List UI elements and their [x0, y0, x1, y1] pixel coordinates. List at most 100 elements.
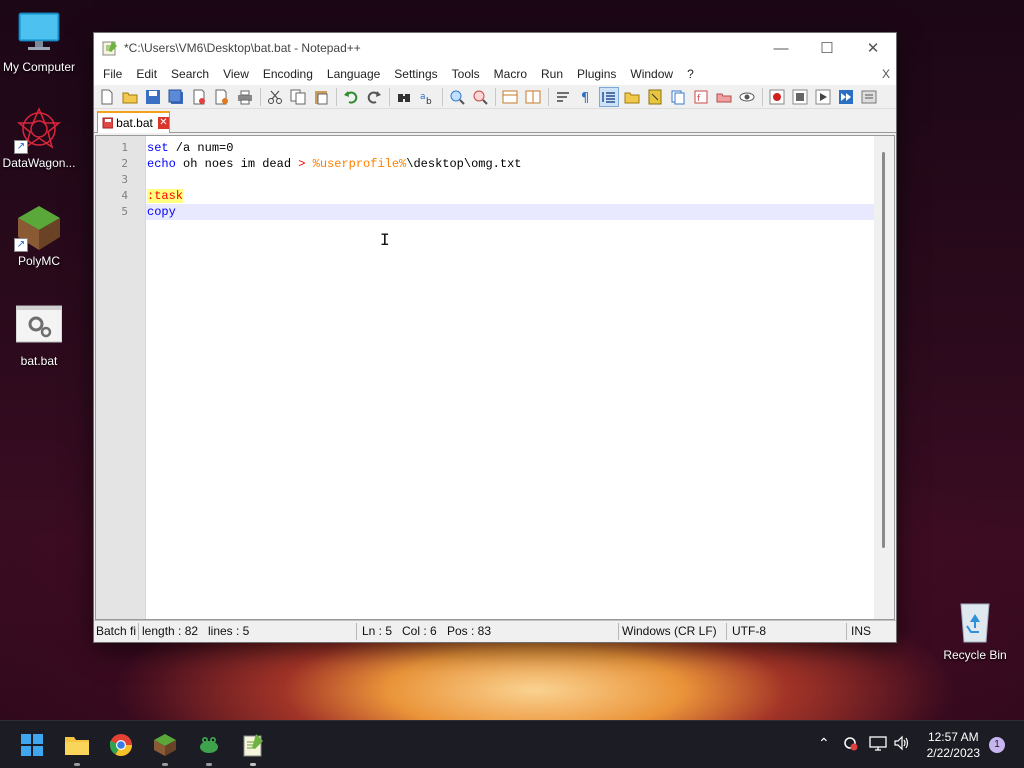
print-icon[interactable] [235, 87, 255, 107]
save-macro-icon[interactable] [859, 87, 879, 107]
title-bar[interactable]: *C:\Users\VM6\Desktop\bat.bat - Notepad+… [94, 33, 896, 63]
menu-bar: File Edit Search View Encoding Language … [94, 63, 896, 85]
play-macro-icon[interactable] [813, 87, 833, 107]
show-all-characters-icon[interactable]: ¶ [576, 87, 596, 107]
chevron-up-icon[interactable]: ⌃ [818, 735, 830, 752]
network-icon[interactable] [869, 735, 887, 754]
status-line-number: Ln : 5 [362, 624, 393, 638]
system-clock[interactable]: 12:57 AM 2/22/2023 [927, 729, 980, 761]
menu-plugins[interactable]: Plugins [570, 67, 623, 81]
maximize-button[interactable]: ☐ [804, 33, 850, 63]
undo-icon[interactable] [341, 87, 361, 107]
code-token: echo [147, 157, 176, 171]
status-insert-mode[interactable]: INS [851, 624, 871, 638]
word-wrap-icon[interactable] [553, 87, 573, 107]
zoom-in-icon[interactable] [447, 87, 467, 107]
save-all-icon[interactable] [166, 87, 186, 107]
volume-icon[interactable] [893, 735, 911, 754]
shortcut-arrow-icon: ↗ [14, 140, 28, 154]
stop-macro-icon[interactable] [790, 87, 810, 107]
folder-tree-icon[interactable] [714, 87, 734, 107]
menu-language[interactable]: Language [320, 67, 387, 81]
function-list-icon[interactable]: f [691, 87, 711, 107]
code-area[interactable]: set /a num=0 echo oh noes im dead > %user… [146, 136, 874, 619]
desktop-icon-bat-file[interactable]: bat.bat [0, 304, 78, 368]
notification-badge[interactable]: 1 [989, 737, 1005, 753]
monitoring-eye-icon[interactable] [737, 87, 757, 107]
start-button[interactable] [16, 729, 48, 761]
run-macro-multiple-icon[interactable] [836, 87, 856, 107]
menu-encoding[interactable]: Encoding [256, 67, 320, 81]
redo-icon[interactable] [364, 87, 384, 107]
scrollbar-thumb[interactable] [882, 152, 885, 548]
code-line[interactable] [146, 172, 874, 188]
doc-map-icon[interactable] [645, 87, 665, 107]
status-eol[interactable]: Windows (CR LF) [622, 624, 717, 638]
paste-icon[interactable] [311, 87, 331, 107]
code-editor[interactable]: 1 2 3 4 5 set /a num=0 echo oh noes im dead >… [95, 135, 895, 620]
taskbar-notepadpp[interactable] [237, 729, 269, 766]
svg-text:a: a [420, 92, 426, 102]
close-button[interactable]: ✕ [850, 33, 896, 63]
taskbar-file-explorer[interactable] [61, 729, 93, 766]
close-document-x[interactable]: X [882, 67, 890, 81]
code-line[interactable]: :task [146, 188, 874, 204]
cut-icon[interactable] [265, 87, 285, 107]
sync-horizontal-icon[interactable] [523, 87, 543, 107]
toolbar-separator [389, 87, 390, 106]
status-separator [846, 623, 847, 640]
indent-guide-icon[interactable] [599, 86, 619, 107]
desktop-icon-datawagon[interactable]: ↗ DataWagon... [0, 106, 78, 170]
taskbar: ⌃ 12:57 AM 2/22/2023 1 [0, 720, 1024, 768]
zoom-out-icon[interactable] [470, 87, 490, 107]
desktop-icon-my-computer[interactable]: My Computer [0, 10, 78, 74]
monitor-icon [16, 10, 62, 56]
folder-as-workspace-icon[interactable] [622, 87, 642, 107]
menu-macro[interactable]: Macro [487, 67, 534, 81]
vertical-scrollbar[interactable] [874, 136, 894, 619]
taskbar-frog-app[interactable] [193, 729, 225, 766]
find-icon[interactable] [394, 87, 414, 107]
minimize-button[interactable]: — [758, 33, 804, 63]
open-file-icon[interactable] [120, 87, 140, 107]
desktop-icon-label: PolyMC [17, 254, 60, 268]
replace-icon[interactable]: ab [417, 87, 437, 107]
code-line[interactable]: set /a num=0 [146, 140, 874, 156]
toolbar: ab ¶ f [94, 85, 896, 109]
desktop-icon-polymc[interactable]: ↗ PolyMC [0, 204, 78, 268]
code-line[interactable]: copy [146, 204, 874, 220]
toolbar-separator [495, 87, 496, 106]
status-separator [138, 623, 139, 640]
menu-file[interactable]: File [96, 67, 129, 81]
desktop-icon-recycle-bin[interactable]: Recycle Bin [936, 598, 1014, 662]
sync-vertical-icon[interactable] [500, 87, 520, 107]
taskbar-chrome[interactable] [105, 729, 137, 761]
close-file-icon[interactable] [189, 87, 209, 107]
tab-bat-bat[interactable]: bat.bat ✕ [97, 111, 170, 133]
menu-window[interactable]: Window [623, 67, 680, 81]
batch-file-icon [15, 304, 63, 350]
new-file-icon[interactable] [97, 87, 117, 107]
menu-settings[interactable]: Settings [387, 67, 444, 81]
taskbar-polymc[interactable] [149, 729, 181, 766]
menu-search[interactable]: Search [164, 67, 216, 81]
status-encoding[interactable]: UTF-8 [732, 624, 766, 638]
tab-close-icon[interactable]: ✕ [157, 117, 169, 129]
menu-run[interactable]: Run [534, 67, 570, 81]
code-line[interactable]: echo oh noes im dead > %userprofile%\des… [146, 156, 874, 172]
line-number: 1 [121, 141, 128, 154]
sync-error-icon[interactable] [842, 735, 858, 754]
save-icon[interactable] [143, 87, 163, 107]
unsaved-file-icon [102, 117, 114, 129]
menu-edit[interactable]: Edit [129, 67, 164, 81]
copy-icon[interactable] [288, 87, 308, 107]
menu-help[interactable]: ? [680, 67, 701, 81]
menu-view[interactable]: View [216, 67, 256, 81]
close-all-icon[interactable] [212, 87, 232, 107]
record-macro-icon[interactable] [767, 87, 787, 107]
desktop-icon-label: DataWagon... [2, 156, 76, 170]
menu-tools[interactable]: Tools [445, 67, 487, 81]
frog-app-icon [200, 737, 218, 753]
document-list-icon[interactable] [668, 87, 688, 107]
